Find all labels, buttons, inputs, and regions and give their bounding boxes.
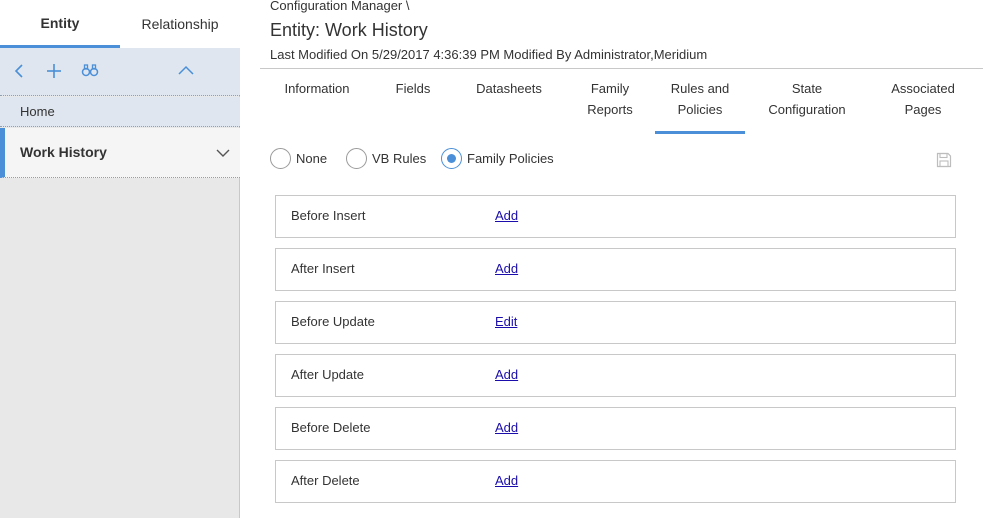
policy-row-before-insert: Before Insert Add <box>275 195 956 238</box>
tab-fields-label: Fields <box>395 81 431 96</box>
policy-add-link[interactable]: Add <box>495 420 518 435</box>
policy-name: Before Insert <box>291 208 366 223</box>
tab-rules-line1: Rules and <box>670 81 730 96</box>
tab-information[interactable]: Information <box>278 78 356 99</box>
nav-work-history[interactable]: Work History <box>0 128 240 178</box>
policy-name: After Delete <box>291 473 360 488</box>
tab-datasheets-label: Datasheets <box>476 81 542 96</box>
tab-associated-pages[interactable]: Associated Pages <box>880 78 966 120</box>
tab-entity[interactable]: Entity <box>0 0 120 48</box>
nav-home-label: Home <box>20 104 55 119</box>
radio-vb-rules-label[interactable]: VB Rules <box>372 151 426 166</box>
left-panel: Entity Relationship Home Work History <box>0 0 240 518</box>
policy-add-link[interactable]: Add <box>495 261 518 276</box>
tab-family-reports-line2: Reports <box>587 102 633 117</box>
radio-none-circle[interactable] <box>270 148 291 169</box>
collapse-up-icon[interactable] <box>176 61 196 81</box>
tab-family-reports[interactable]: Family Reports <box>574 78 646 120</box>
policy-row-after-insert: After Insert Add <box>275 248 956 291</box>
save-icon[interactable] <box>936 152 952 168</box>
nav-work-history-label: Work History <box>20 144 107 160</box>
tab-state-line1: State <box>791 81 823 96</box>
chevron-down-icon[interactable] <box>215 145 231 161</box>
tab-relationship[interactable]: Relationship <box>120 0 240 48</box>
policy-edit-link[interactable]: Edit <box>495 314 517 329</box>
tab-state-configuration[interactable]: State Configuration <box>762 78 852 120</box>
tab-assoc-line2: Pages <box>904 102 942 117</box>
search-binoculars-icon[interactable] <box>80 61 100 81</box>
tab-datasheets[interactable]: Datasheets <box>470 78 548 99</box>
policy-name: After Update <box>291 367 364 382</box>
tab-rules-and-policies[interactable]: Rules and Policies <box>655 78 745 134</box>
policy-add-link[interactable]: Add <box>495 367 518 382</box>
left-toolbar <box>0 48 240 96</box>
tab-family-reports-line1: Family <box>590 81 630 96</box>
policy-row-after-update: After Update Add <box>275 354 956 397</box>
tab-assoc-line1: Associated <box>891 81 955 96</box>
policy-add-link[interactable]: Add <box>495 473 518 488</box>
left-tab-bar: Entity Relationship <box>0 0 240 48</box>
radio-none-label[interactable]: None <box>296 151 327 166</box>
tab-rules-line2: Policies <box>677 102 723 117</box>
policy-name: Before Delete <box>291 420 371 435</box>
radio-family-policies-circle[interactable] <box>441 148 462 169</box>
policy-name: Before Update <box>291 314 375 329</box>
back-icon[interactable] <box>9 61 29 81</box>
tab-state-line2: Configuration <box>768 102 846 117</box>
policy-name: After Insert <box>291 261 355 276</box>
header-divider <box>260 68 983 69</box>
policy-row-before-delete: Before Delete Add <box>275 407 956 450</box>
last-modified-text: Last Modified On 5/29/2017 4:36:39 PM Mo… <box>270 47 708 62</box>
tab-information-label: Information <box>284 81 350 96</box>
radio-family-policies-label[interactable]: Family Policies <box>467 151 554 166</box>
policy-row-before-update: Before Update Edit <box>275 301 956 344</box>
tab-fields[interactable]: Fields <box>388 78 438 99</box>
radio-vb-rules-circle[interactable] <box>346 148 367 169</box>
policy-row-after-delete: After Delete Add <box>275 460 956 503</box>
add-icon[interactable] <box>44 61 64 81</box>
nav-home[interactable]: Home <box>0 97 240 127</box>
policy-add-link[interactable]: Add <box>495 208 518 223</box>
page-title: Entity: Work History <box>270 20 428 40</box>
breadcrumb[interactable]: Configuration Manager \ <box>270 0 409 13</box>
